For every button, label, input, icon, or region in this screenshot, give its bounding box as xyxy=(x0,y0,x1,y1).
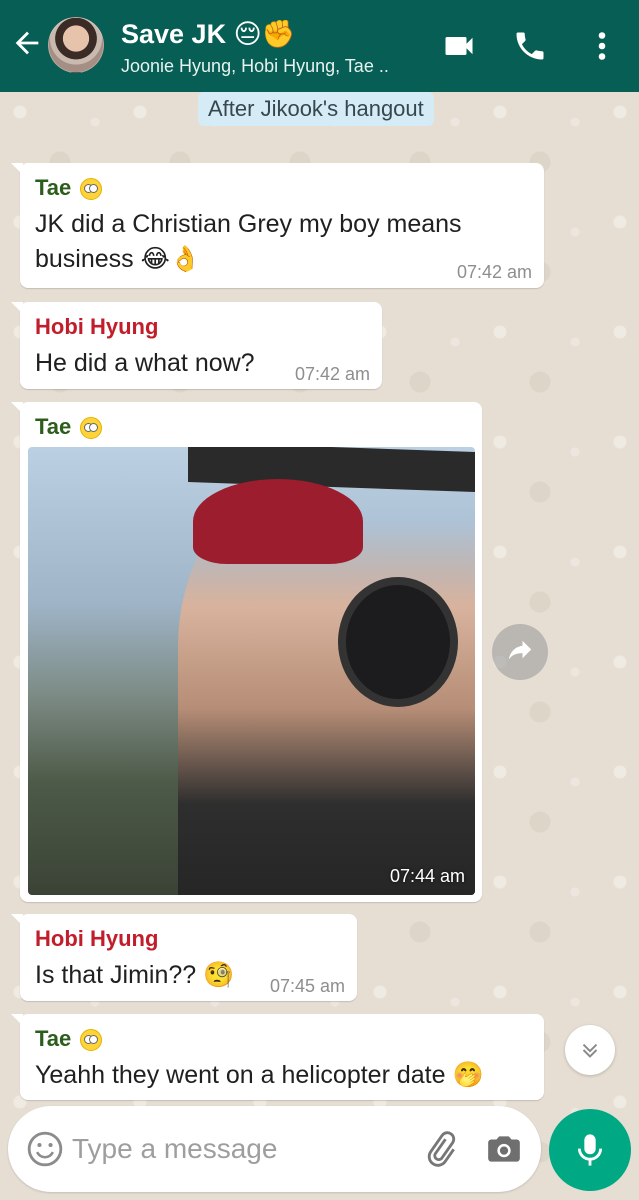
video-call-button[interactable] xyxy=(441,28,477,64)
voice-call-button[interactable] xyxy=(512,28,548,64)
chat-participants[interactable]: Joonie Hyung, Hobi Hyung, Tae .. xyxy=(121,56,389,77)
date-chip: After Jikook's hangout xyxy=(198,92,434,126)
message-time: 07:45 am xyxy=(269,976,345,996)
message-time: 07:44 am xyxy=(389,866,465,886)
paperclip-icon xyxy=(427,1131,456,1167)
face-with-rolling-eyes-icon xyxy=(80,178,103,201)
microphone-icon xyxy=(577,1134,603,1166)
face-with-monocle-icon: 🧐 xyxy=(203,961,235,989)
more-options-button[interactable] xyxy=(584,28,620,64)
chat-header: Save JK 😔✊ Joonie Hyung, Hobi Hyung, Tae… xyxy=(0,0,639,92)
group-avatar[interactable] xyxy=(48,17,104,73)
sender-name: Tae xyxy=(35,1026,103,1052)
more-vert-icon xyxy=(598,32,606,60)
face-with-rolling-eyes-icon xyxy=(80,1029,103,1052)
message-text: Yeahh they went on a helicopter date 🤭 xyxy=(35,1061,484,1089)
message-time: 07:42 am xyxy=(456,262,532,282)
chat-title[interactable]: Save JK 😔✊ xyxy=(121,18,295,50)
chevron-double-down-icon xyxy=(582,1043,598,1058)
message-bubble[interactable]: Hobi Hyung He did a what now? 07:42 am xyxy=(11,302,382,389)
sender-name: Hobi Hyung xyxy=(35,314,159,339)
image-message-bubble[interactable]: Tae 07:44 am xyxy=(11,402,482,902)
message-bubble[interactable]: Tae Yeahh they went on a helicopter date… xyxy=(11,1014,544,1100)
smiley-icon xyxy=(27,1131,63,1167)
attach-button[interactable] xyxy=(421,1130,459,1168)
message-text: Is that Jimin?? 🧐 xyxy=(35,961,235,989)
message-bubble[interactable]: Tae JK did a Christian Grey my boy means… xyxy=(11,163,544,288)
shared-photo[interactable]: 07:44 am xyxy=(28,447,475,895)
message-text: He did a what now? xyxy=(35,349,255,377)
back-arrow-icon xyxy=(15,31,39,55)
face-with-hand-over-mouth-icon: 🤭 xyxy=(452,1061,484,1089)
sender-name: Tae xyxy=(35,414,103,440)
sender-name: Hobi Hyung xyxy=(35,926,159,951)
sender-name: Tae xyxy=(35,175,103,201)
laughing-ok-emoji-icon: 😂👌 xyxy=(140,245,201,273)
headphones-image xyxy=(338,577,458,707)
camera-button[interactable] xyxy=(484,1130,524,1168)
emoji-button[interactable] xyxy=(26,1130,64,1168)
message-composer xyxy=(8,1106,541,1192)
message-input[interactable] xyxy=(72,1128,342,1170)
message-time: 07:42 am xyxy=(294,364,370,384)
video-call-icon xyxy=(445,37,473,55)
scroll-to-bottom-button[interactable] xyxy=(565,1025,615,1075)
phone-icon xyxy=(516,32,544,60)
message-bubble[interactable]: Hobi Hyung Is that Jimin?? 🧐 07:45 am xyxy=(11,914,357,1001)
forward-icon xyxy=(508,640,532,660)
face-with-rolling-eyes-icon xyxy=(80,417,103,440)
camera-icon xyxy=(488,1136,520,1162)
back-button[interactable] xyxy=(10,26,46,66)
voice-message-button[interactable] xyxy=(549,1109,631,1191)
forward-button[interactable] xyxy=(492,624,548,680)
